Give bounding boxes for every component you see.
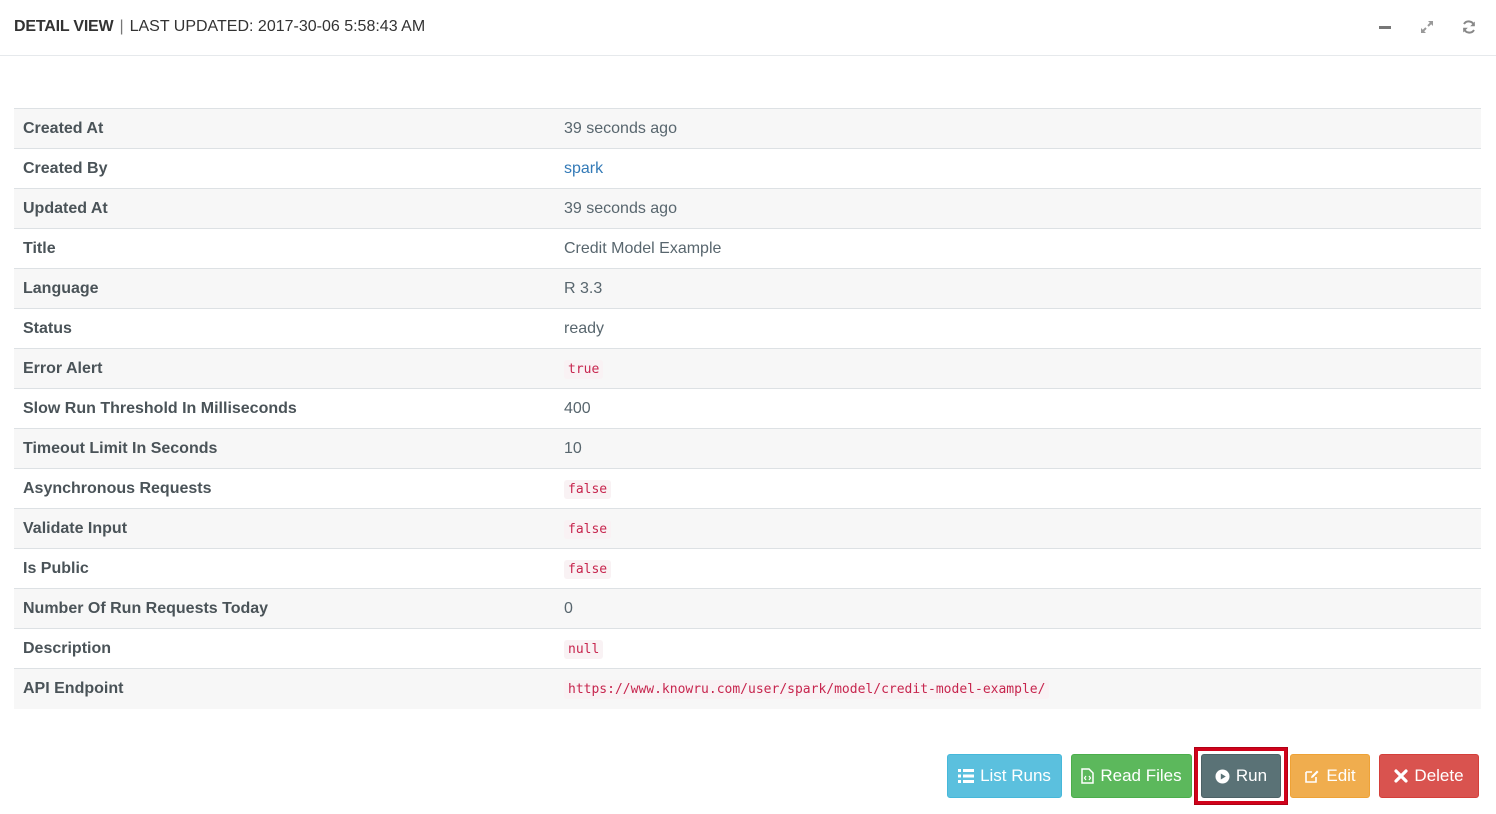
row-value-updated-at: 39 seconds ago bbox=[564, 199, 677, 217]
panel-header: DETAIL VIEW | LAST UPDATED: 2017-30-06 5:5… bbox=[0, 0, 1496, 56]
row-value-run-requests-today: 0 bbox=[564, 599, 573, 617]
row-value-timeout-limit: 10 bbox=[564, 439, 582, 457]
row-label-error-alert: Error Alert bbox=[23, 359, 103, 377]
delete-label: Delete bbox=[1414, 766, 1464, 785]
table-row: Is Public false bbox=[14, 548, 1481, 589]
read-files-button[interactable]: Read Files bbox=[1071, 754, 1192, 798]
minimize-icon[interactable] bbox=[1372, 14, 1398, 40]
edit-button[interactable]: Edit bbox=[1290, 754, 1370, 798]
row-value-slow-run-threshold: 400 bbox=[564, 399, 591, 417]
last-updated-text: LAST UPDATED: 2017-30-06 5:58:43 AM bbox=[129, 18, 426, 35]
table-row: Error Alert true bbox=[14, 348, 1481, 389]
row-value-api-endpoint: https://www.knowru.com/user/spark/model/… bbox=[555, 669, 1481, 709]
code-value: false bbox=[564, 479, 612, 499]
read-files-label: Read Files bbox=[1100, 766, 1182, 785]
panel-title: DETAIL VIEW | LAST UPDATED: 2017-30-06 5:5… bbox=[14, 18, 425, 36]
row-value-is-public: false bbox=[555, 549, 1481, 589]
row-label-slow-run-threshold: Slow Run Threshold In Milliseconds bbox=[23, 399, 297, 417]
row-label-description: Description bbox=[23, 639, 112, 657]
run-button-highlight: Run bbox=[1195, 748, 1287, 804]
row-value-error-alert: true bbox=[555, 349, 1481, 389]
row-value-created-at: 39 seconds ago bbox=[564, 119, 677, 137]
action-buttons: List Runs Read Files Run Edit Delete bbox=[947, 748, 1479, 804]
edit-label: Edit bbox=[1326, 766, 1356, 785]
row-label-validate-input: Validate Input bbox=[23, 519, 128, 537]
row-label-asynchronous-requests: Asynchronous Requests bbox=[23, 479, 212, 497]
expand-icon[interactable] bbox=[1414, 14, 1440, 40]
list-icon bbox=[958, 769, 975, 783]
row-label-title: Title bbox=[23, 239, 56, 257]
table-row: Status ready bbox=[14, 308, 1481, 349]
play-circle-icon bbox=[1215, 769, 1230, 784]
table-row: Asynchronous Requests false bbox=[14, 468, 1481, 509]
title-separator: | bbox=[119, 18, 124, 35]
close-icon bbox=[1394, 769, 1409, 783]
edit-icon bbox=[1304, 768, 1320, 784]
table-row: Created By spark bbox=[14, 148, 1481, 189]
row-label-status: Status bbox=[23, 319, 72, 337]
created-by-link[interactable]: spark bbox=[564, 160, 603, 177]
row-label-created-by: Created By bbox=[23, 159, 108, 177]
table-row: Language R 3.3 bbox=[14, 268, 1481, 309]
row-value-title: Credit Model Example bbox=[564, 239, 722, 257]
file-code-icon bbox=[1081, 768, 1095, 784]
code-value: true bbox=[564, 359, 604, 379]
row-label-run-requests-today: Number Of Run Requests Today bbox=[23, 599, 269, 617]
run-button[interactable]: Run bbox=[1201, 754, 1281, 798]
table-row: Validate Input false bbox=[14, 508, 1481, 549]
table-row: Created At 39 seconds ago bbox=[14, 108, 1481, 149]
row-label-created-at: Created At bbox=[23, 119, 104, 137]
row-value-language: R 3.3 bbox=[564, 279, 603, 297]
refresh-icon[interactable] bbox=[1456, 14, 1482, 40]
header-tools bbox=[1372, 14, 1482, 40]
row-label-language: Language bbox=[23, 279, 99, 297]
list-runs-label: List Runs bbox=[980, 766, 1051, 785]
table-row: Description null bbox=[14, 628, 1481, 669]
code-value: null bbox=[564, 639, 604, 659]
detail-view-title: DETAIL VIEW bbox=[14, 18, 114, 35]
table-row: Updated At 39 seconds ago bbox=[14, 188, 1481, 229]
list-runs-button[interactable]: List Runs bbox=[947, 754, 1062, 798]
api-endpoint-url: https://www.knowru.com/user/spark/model/… bbox=[564, 679, 1050, 699]
table-row: Timeout Limit In Seconds 10 bbox=[14, 428, 1481, 469]
row-value-status: ready bbox=[564, 319, 605, 337]
code-value: false bbox=[564, 559, 612, 579]
delete-button[interactable]: Delete bbox=[1379, 754, 1479, 798]
row-value-created-by: spark bbox=[555, 149, 1481, 189]
table-row: Number Of Run Requests Today 0 bbox=[14, 588, 1481, 629]
row-value-validate-input: false bbox=[555, 509, 1481, 549]
code-value: false bbox=[564, 519, 612, 539]
table-row: API Endpoint https://www.knowru.com/user… bbox=[14, 668, 1481, 709]
row-label-is-public: Is Public bbox=[23, 559, 89, 577]
detail-table: Created At 39 seconds ago Created By spa… bbox=[14, 108, 1481, 709]
row-label-api-endpoint: API Endpoint bbox=[23, 679, 124, 697]
row-value-description: null bbox=[555, 629, 1481, 669]
row-label-timeout-limit: Timeout Limit In Seconds bbox=[23, 439, 218, 457]
run-label: Run bbox=[1235, 766, 1268, 785]
row-label-updated-at: Updated At bbox=[23, 199, 108, 217]
table-row: Slow Run Threshold In Milliseconds 400 bbox=[14, 388, 1481, 429]
table-row: Title Credit Model Example bbox=[14, 228, 1481, 269]
row-value-asynchronous-requests: false bbox=[555, 469, 1481, 509]
